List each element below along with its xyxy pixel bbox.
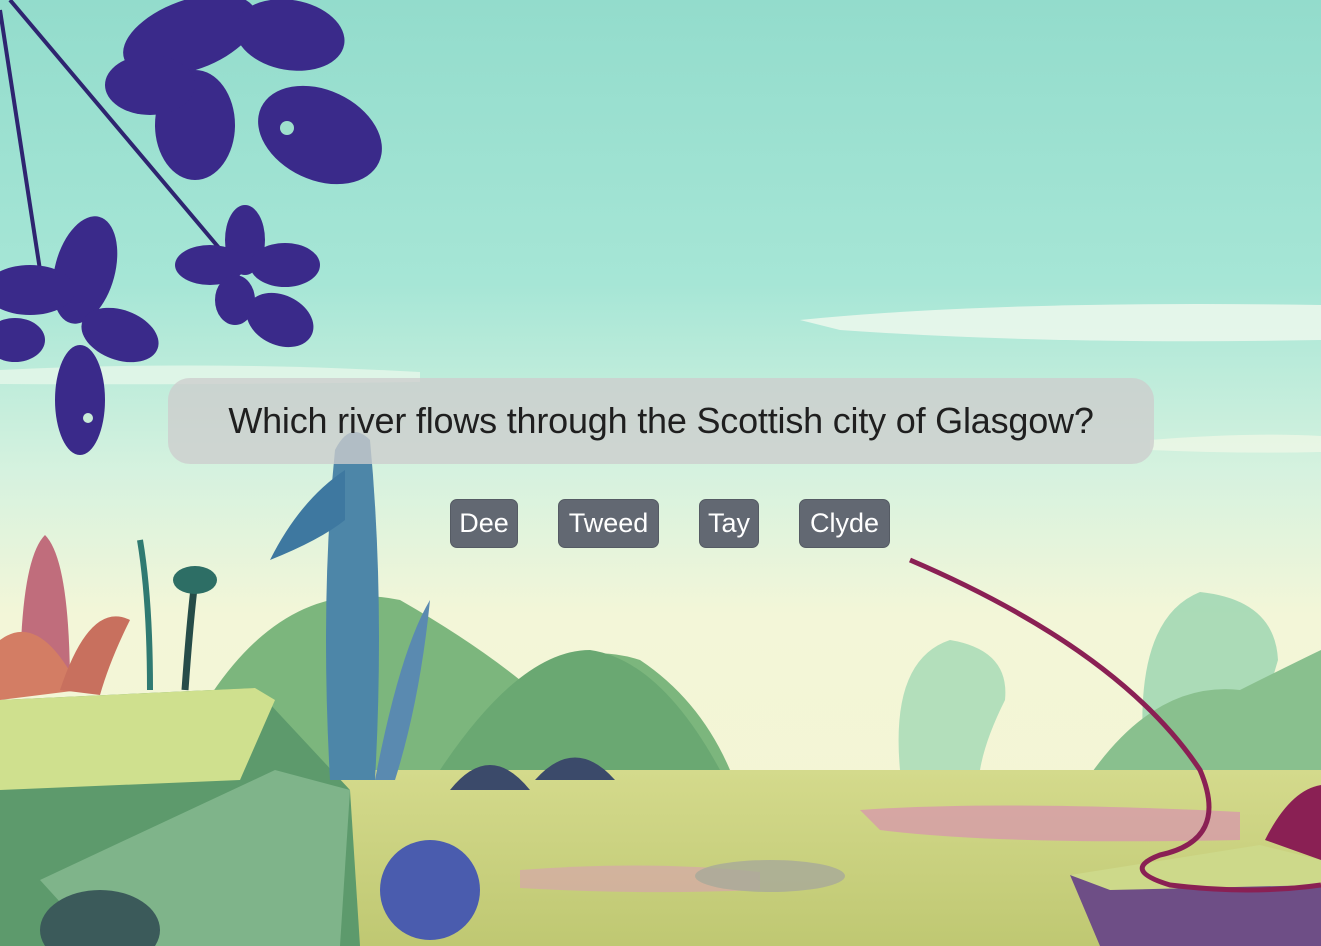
blue-coral bbox=[380, 840, 480, 940]
question-box: Which river flows through the Scottish c… bbox=[168, 378, 1154, 464]
cliff-left-top bbox=[0, 688, 275, 790]
answer-button-clyde[interactable]: Clyde bbox=[799, 499, 890, 548]
background-scene bbox=[0, 0, 1321, 946]
question-text: Which river flows through the Scottish c… bbox=[228, 400, 1094, 441]
answer-button-tweed[interactable]: Tweed bbox=[558, 499, 659, 548]
answer-options: Dee Tweed Tay Clyde bbox=[0, 499, 1321, 549]
answer-button-dee[interactable]: Dee bbox=[450, 499, 518, 548]
green-bud bbox=[173, 566, 217, 594]
rock-shadow bbox=[695, 860, 845, 892]
answer-button-tay[interactable]: Tay bbox=[699, 499, 759, 548]
